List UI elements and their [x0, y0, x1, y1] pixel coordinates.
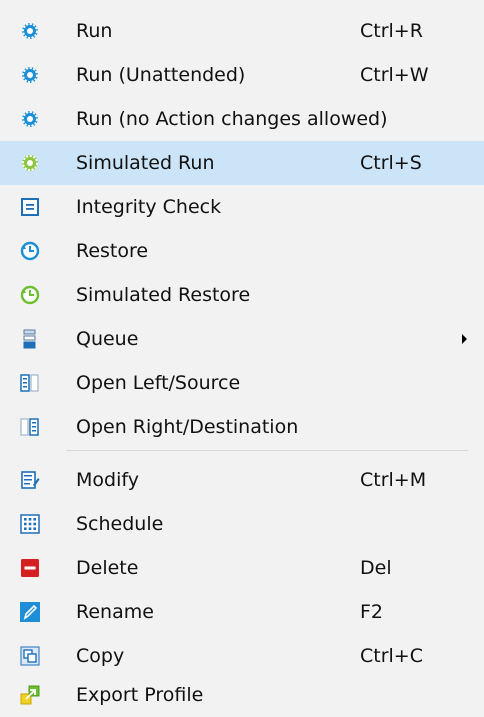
gear-icon: [20, 21, 40, 41]
gear-icon: [20, 109, 40, 129]
menu-item-delete[interactable]: Delete Del: [0, 546, 484, 590]
menu-item-label: Run (Unattended): [76, 64, 246, 86]
menu-separator: [66, 450, 468, 451]
menu-item-open-right-destination[interactable]: Open Right/Destination: [0, 405, 484, 449]
gear-green-icon: [20, 153, 40, 173]
menu-item-label: Open Left/Source: [76, 372, 241, 394]
menu-item-export-profile[interactable]: Export Profile: [0, 673, 484, 717]
modify-icon: [20, 470, 40, 490]
queue-icon: [20, 329, 40, 349]
menu-item-label: Schedule: [76, 513, 164, 535]
menu-item-shortcut: Del: [360, 557, 392, 579]
menu-item-shortcut: Ctrl+W: [360, 64, 429, 86]
gear-icon: [20, 65, 40, 85]
menu-item-shortcut: F2: [360, 601, 384, 623]
menu-item-copy[interactable]: Copy Ctrl+C: [0, 634, 484, 678]
menu-item-rename[interactable]: Rename F2: [0, 590, 484, 634]
menu-item-label: Simulated Restore: [76, 284, 251, 306]
context-menu: Run Ctrl+R Run (Unattended) Ctrl+W Run (…: [0, 0, 484, 717]
menu-item-shortcut: Ctrl+C: [360, 645, 423, 667]
submenu-arrow-icon: [462, 334, 467, 344]
export-icon: [20, 685, 40, 705]
menu-item-run-no-action-changes[interactable]: Run (no Action changes allowed): [0, 97, 484, 141]
menu-item-label: Integrity Check: [76, 196, 222, 218]
clock-icon: [20, 241, 40, 261]
clock-green-icon: [20, 285, 40, 305]
menu-item-label: Export Profile: [76, 684, 204, 706]
menu-item-label: Run: [76, 20, 113, 42]
menu-item-shortcut: Ctrl+R: [360, 20, 423, 42]
menu-item-label: Run (no Action changes allowed): [76, 108, 388, 130]
menu-item-modify[interactable]: Modify Ctrl+M: [0, 458, 484, 502]
rename-icon: [20, 602, 40, 622]
menu-item-label: Open Right/Destination: [76, 416, 299, 438]
menu-item-integrity-check[interactable]: Integrity Check: [0, 185, 484, 229]
menu-item-simulated-restore[interactable]: Simulated Restore: [0, 273, 484, 317]
menu-item-label: Restore: [76, 240, 149, 262]
menu-item-label: Queue: [76, 328, 139, 350]
menu-item-label: Rename: [76, 601, 154, 623]
menu-item-label: Modify: [76, 469, 139, 491]
menu-item-schedule[interactable]: Schedule: [0, 502, 484, 546]
menu-item-label: Simulated Run: [76, 152, 215, 174]
menu-item-run-unattended[interactable]: Run (Unattended) Ctrl+W: [0, 53, 484, 97]
menu-item-open-left-source[interactable]: Open Left/Source: [0, 361, 484, 405]
copy-icon: [20, 646, 40, 666]
menu-item-restore[interactable]: Restore: [0, 229, 484, 273]
open-left-icon: [20, 373, 40, 393]
schedule-icon: [20, 514, 40, 534]
menu-item-label: Copy: [76, 645, 125, 667]
menu-item-label: Delete: [76, 557, 139, 579]
menu-item-queue[interactable]: Queue: [0, 317, 484, 361]
menu-item-shortcut: Ctrl+M: [360, 469, 427, 491]
menu-item-simulated-run[interactable]: Simulated Run Ctrl+S: [0, 141, 484, 185]
open-right-icon: [20, 417, 40, 437]
menu-item-run[interactable]: Run Ctrl+R: [0, 9, 484, 53]
integrity-check-icon: [20, 197, 40, 217]
menu-item-shortcut: Ctrl+S: [360, 152, 422, 174]
delete-icon: [20, 558, 40, 578]
